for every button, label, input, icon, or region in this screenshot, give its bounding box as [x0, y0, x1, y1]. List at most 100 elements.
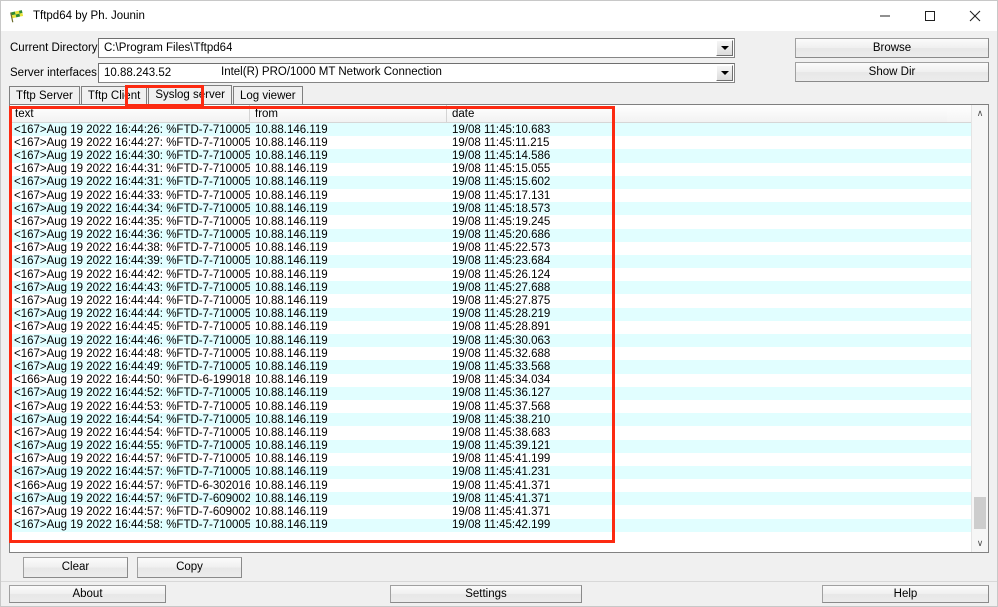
cell-text: <167>Aug 19 2022 16:44:52: %FTD-7-710005…	[14, 387, 250, 400]
window-controls	[862, 1, 997, 31]
cell-from: 10.88.146.119	[255, 149, 328, 162]
table-row[interactable]: <167>Aug 19 2022 16:44:54: %FTD-7-710005…	[10, 413, 988, 427]
table-row[interactable]: <167>Aug 19 2022 16:44:39: %FTD-7-710005…	[10, 254, 988, 269]
table-row[interactable]: <167>Aug 19 2022 16:44:30: %FTD-7-710005…	[10, 149, 988, 163]
scrollbar-thumb[interactable]	[974, 497, 986, 529]
server-interfaces-value: 10.88.243.52	[104, 66, 172, 79]
table-row[interactable]: <166>Aug 19 2022 16:44:50: %FTD-6-199018…	[10, 373, 988, 387]
table-row[interactable]: <166>Aug 19 2022 16:44:57: %FTD-6-302016…	[10, 479, 988, 493]
cell-text: <167>Aug 19 2022 16:44:43: %FTD-7-710005…	[14, 281, 250, 294]
table-row[interactable]: <167>Aug 19 2022 16:44:57: %FTD-7-710005…	[10, 452, 988, 466]
cell-text: <167>Aug 19 2022 16:44:49: %FTD-7-710005…	[14, 360, 250, 373]
clear-button[interactable]: Clear	[23, 556, 128, 578]
cell-text: <167>Aug 19 2022 16:44:34: %FTD-7-710005…	[14, 202, 250, 215]
server-interfaces-description: Intel(R) PRO/1000 MT Network Connection	[221, 65, 442, 78]
list-body[interactable]: <167>Aug 19 2022 16:44:26: %FTD-7-710005…	[10, 123, 988, 552]
tab-log-viewer[interactable]: Log viewer	[232, 86, 303, 104]
cell-from: 10.88.146.119	[255, 413, 328, 426]
table-row[interactable]: <167>Aug 19 2022 16:44:36: %FTD-7-710005…	[10, 228, 988, 242]
table-row[interactable]: <167>Aug 19 2022 16:44:35: %FTD-7-710005…	[10, 215, 988, 229]
cell-date: 19/08 11:45:41.371	[452, 492, 551, 505]
table-row[interactable]: <167>Aug 19 2022 16:44:26: %FTD-7-710005…	[10, 123, 988, 137]
cell-date: 19/08 11:45:27.875	[452, 295, 551, 308]
about-button[interactable]: About	[9, 585, 166, 603]
help-button[interactable]: Help	[822, 585, 989, 603]
cell-date: 19/08 11:45:30.063	[452, 334, 551, 347]
server-interfaces-combo[interactable]: 10.88.243.52 Intel(R) PRO/1000 MT Networ…	[98, 62, 735, 83]
cell-text: <167>Aug 19 2022 16:44:42: %FTD-7-710005…	[14, 268, 250, 281]
cell-text: <167>Aug 19 2022 16:44:55: %FTD-7-710005…	[14, 440, 250, 453]
cell-date: 19/08 11:45:32.688	[452, 347, 551, 360]
cell-text: <167>Aug 19 2022 16:44:46: %FTD-7-710005…	[14, 334, 250, 347]
copy-button[interactable]: Copy	[137, 556, 242, 578]
syslog-list: text from date <167>Aug 19 2022 16:44:26…	[9, 104, 989, 553]
column-header-date[interactable]: date	[447, 105, 947, 122]
cell-date: 19/08 11:45:33.568	[452, 360, 551, 373]
table-row[interactable]: <167>Aug 19 2022 16:44:44: %FTD-7-710005…	[10, 307, 988, 321]
browse-button[interactable]: Browse	[795, 38, 989, 58]
table-row[interactable]: <167>Aug 19 2022 16:44:34: %FTD-7-710005…	[10, 202, 988, 216]
cell-date: 19/08 11:45:22.573	[452, 242, 551, 255]
cell-text: <167>Aug 19 2022 16:44:45: %FTD-7-710005…	[14, 321, 250, 334]
chevron-down-icon[interactable]	[716, 39, 733, 56]
table-row[interactable]: <167>Aug 19 2022 16:44:43: %FTD-7-710005…	[10, 281, 988, 295]
table-row[interactable]: <167>Aug 19 2022 16:44:55: %FTD-7-710005…	[10, 439, 988, 453]
cell-text: <167>Aug 19 2022 16:44:48: %FTD-7-710005…	[14, 347, 250, 360]
table-row[interactable]: <167>Aug 19 2022 16:44:57: %FTD-7-609002…	[10, 492, 988, 506]
table-row[interactable]: <167>Aug 19 2022 16:44:42: %FTD-7-710005…	[10, 268, 988, 282]
tab-syslog-server[interactable]: Syslog server	[148, 85, 232, 104]
table-row[interactable]: <167>Aug 19 2022 16:44:48: %FTD-7-710005…	[10, 347, 988, 361]
cell-from: 10.88.146.119	[255, 334, 328, 347]
cell-date: 19/08 11:45:15.055	[452, 163, 551, 176]
table-row[interactable]: <167>Aug 19 2022 16:44:54: %FTD-7-710005…	[10, 426, 988, 440]
cell-date: 19/08 11:45:18.573	[452, 202, 551, 215]
table-row[interactable]: <167>Aug 19 2022 16:44:46: %FTD-7-710005…	[10, 334, 988, 348]
minimize-icon[interactable]	[862, 1, 907, 31]
cell-text: <167>Aug 19 2022 16:44:57: %FTD-7-710005…	[14, 453, 250, 466]
chevron-down-icon[interactable]	[716, 64, 733, 81]
cell-text: <167>Aug 19 2022 16:44:33: %FTD-7-710005…	[14, 189, 250, 202]
cell-from: 10.88.146.119	[255, 479, 328, 492]
cell-date: 19/08 11:45:36.127	[452, 387, 551, 400]
cell-date: 19/08 11:45:39.121	[452, 440, 551, 453]
table-row[interactable]: <167>Aug 19 2022 16:44:53: %FTD-7-710005…	[10, 399, 988, 414]
tab-strip: Tftp Server Tftp Client Syslog server Lo…	[1, 85, 997, 104]
column-header-from[interactable]: from	[250, 105, 447, 122]
column-header-text[interactable]: text	[10, 105, 250, 122]
table-row[interactable]: <167>Aug 19 2022 16:44:52: %FTD-7-710005…	[10, 386, 988, 400]
show-dir-button[interactable]: Show Dir	[795, 62, 989, 82]
scrollbar-track[interactable]	[972, 122, 988, 535]
cell-text: <167>Aug 19 2022 16:44:35: %FTD-7-710005…	[14, 215, 250, 228]
tab-tftp-server[interactable]: Tftp Server	[9, 86, 80, 104]
table-row[interactable]: <167>Aug 19 2022 16:44:27: %FTD-7-710005…	[10, 136, 988, 150]
scroll-down-icon[interactable]: ∨	[972, 535, 988, 552]
cell-date: 19/08 11:45:14.586	[452, 149, 551, 162]
vertical-scrollbar[interactable]: ∧ ∨	[971, 105, 988, 552]
cell-from: 10.88.146.119	[255, 229, 328, 242]
table-row[interactable]: <167>Aug 19 2022 16:44:49: %FTD-7-710005…	[10, 360, 988, 374]
tab-tftp-client[interactable]: Tftp Client	[80, 86, 148, 104]
current-directory-combo[interactable]: C:\Program Files\Tftpd64	[98, 37, 735, 58]
table-row[interactable]: <167>Aug 19 2022 16:44:31: %FTD-7-710005…	[10, 175, 988, 189]
table-row[interactable]: <167>Aug 19 2022 16:44:57: %FTD-7-710005…	[10, 465, 988, 480]
cell-date: 19/08 11:45:26.124	[452, 268, 551, 281]
settings-button[interactable]: Settings	[390, 585, 582, 603]
maximize-icon[interactable]	[907, 1, 952, 31]
scroll-up-icon[interactable]: ∧	[972, 105, 988, 122]
table-row[interactable]: <167>Aug 19 2022 16:44:44: %FTD-7-710005…	[10, 294, 988, 308]
table-row[interactable]: <167>Aug 19 2022 16:44:31: %FTD-7-710005…	[10, 162, 988, 176]
cell-text: <167>Aug 19 2022 16:44:58: %FTD-7-710005…	[14, 519, 250, 532]
table-row[interactable]: <167>Aug 19 2022 16:44:58: %FTD-7-710005…	[10, 518, 988, 532]
table-row[interactable]: <167>Aug 19 2022 16:44:57: %FTD-7-609002…	[10, 505, 988, 519]
close-icon[interactable]	[952, 1, 997, 31]
cell-text: <167>Aug 19 2022 16:44:53: %FTD-7-710005…	[14, 400, 250, 413]
list-actions: Clear Copy	[1, 553, 997, 581]
cell-date: 19/08 11:45:41.199	[452, 453, 551, 466]
directory-actions: Browse Show Dir	[795, 38, 989, 86]
cell-text: <167>Aug 19 2022 16:44:26: %FTD-7-710005…	[14, 123, 250, 136]
table-row[interactable]: <167>Aug 19 2022 16:44:45: %FTD-7-710005…	[10, 320, 988, 334]
table-row[interactable]: <167>Aug 19 2022 16:44:38: %FTD-7-710005…	[10, 241, 988, 255]
title-bar: Tftpd64 by Ph. Jounin	[1, 1, 997, 31]
table-row[interactable]: <167>Aug 19 2022 16:44:33: %FTD-7-710005…	[10, 188, 988, 203]
cell-date: 19/08 11:45:28.891	[452, 321, 551, 334]
